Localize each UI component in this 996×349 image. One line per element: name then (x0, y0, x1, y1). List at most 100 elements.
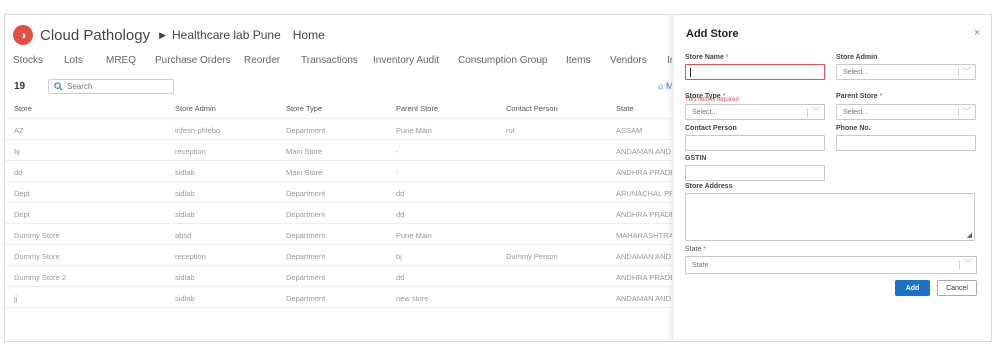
cell-state: ASSAM (616, 126, 643, 135)
gstin-input[interactable] (685, 165, 825, 181)
cancel-button[interactable]: Cancel (937, 280, 977, 296)
cell-state: ANDAMAN AND N (616, 147, 672, 156)
nav-item-mreq[interactable]: MREQ (106, 55, 136, 66)
phone-label: Phone No. (836, 125, 871, 132)
cell-store-type: Department (286, 252, 326, 261)
search-icon (54, 82, 63, 91)
cell-state: ANDHRA PRADESH (616, 168, 672, 177)
app-frame: ◑ Cloud Pathology ▶ Healthcare lab Pune … (4, 14, 992, 342)
cell-store-type: Main Store (286, 147, 323, 156)
cell-store-admin: reception (175, 147, 206, 156)
col-header-store-type[interactable]: Store Type (286, 104, 322, 113)
cell-contact-person: rut (506, 126, 515, 135)
select-separator (958, 108, 959, 117)
cell-parent-store: new store (396, 294, 429, 303)
store-type-label: Store Type * (685, 93, 726, 100)
chevron-down-icon: ﹀ (963, 67, 971, 76)
col-header-contact-person[interactable]: Contact Person (506, 104, 558, 113)
cell-store-admin: sidlab (175, 294, 195, 303)
add-button[interactable]: Add (895, 280, 930, 296)
lab-selector[interactable]: Healthcare lab Pune (172, 28, 281, 42)
breadcrumb-arrow-icon: ▶ (159, 29, 166, 40)
cell-parent-store: Pune Main (396, 231, 432, 240)
store-name-label: Store Name * (685, 54, 729, 61)
store-admin-select[interactable]: Select... ﹀ (836, 64, 976, 80)
store-name-input[interactable] (685, 64, 825, 80)
store-type-placeholder: Select... (692, 108, 718, 116)
cell-parent-store: bj (396, 252, 402, 261)
home-link[interactable]: Home (293, 28, 325, 42)
nav-item-transactions[interactable]: Transactions (301, 55, 358, 66)
col-header-store-admin[interactable]: Store Admin (175, 104, 216, 113)
cell-state: ANDAMAN AND N (616, 294, 672, 303)
brand-name: Cloud Pathology (40, 26, 151, 44)
text-cursor (690, 67, 691, 77)
parent-store-label: Parent Store * (836, 93, 883, 100)
chevron-down-icon: ﹀ (812, 107, 820, 116)
cell-store-type: Department (286, 294, 326, 303)
cell-parent-store: dd (396, 273, 405, 282)
cell-contact-person: Dummy Person (506, 252, 558, 261)
nav-item-vendors[interactable]: Vendors (610, 55, 647, 66)
cell-store: Dept (14, 189, 30, 198)
resize-grip-icon[interactable]: ◢ (967, 231, 972, 239)
nav-item-stocks[interactable]: Stocks (13, 55, 43, 66)
select-separator (807, 108, 808, 117)
cell-store-type: Main Store (286, 168, 323, 177)
cell-store: Dummy Store 2 (14, 273, 67, 282)
cloud-pathology-logo-icon: ◑ (13, 25, 33, 45)
nav-item-purchase-orders[interactable]: Purchase Orders (155, 55, 231, 66)
cell-state: ARUNACHAL PRAD (616, 189, 672, 198)
contact-person-label: Contact Person (685, 125, 737, 132)
store-admin-placeholder: Select... (843, 68, 869, 76)
cell-state: ANDHRA PRADESH (616, 273, 672, 282)
cell-store-type: Department (286, 126, 326, 135)
store-type-select[interactable]: Select... ﹀ (685, 104, 825, 120)
store-admin-label: Store Admin (836, 54, 878, 61)
cell-parent-store: dd (396, 189, 405, 198)
close-icon[interactable]: × (974, 27, 980, 39)
nav-item-items[interactable]: Items (566, 55, 590, 66)
cell-store: bj (14, 147, 20, 156)
record-count: 19 (14, 81, 26, 92)
parent-store-placeholder: Select... (843, 108, 869, 116)
cell-store: Dummy Store (14, 231, 60, 240)
cell-store: dd (14, 168, 23, 177)
cell-store-admin: sidlab (175, 273, 195, 282)
parent-store-select[interactable]: Select... ﹀ (836, 104, 976, 120)
store-address-textarea[interactable]: ◢ (685, 193, 975, 241)
chevron-down-icon: ﹀ (964, 259, 972, 268)
col-header-state[interactable]: State (616, 104, 672, 113)
cell-store: AZ (14, 126, 24, 135)
state-label: State * (685, 246, 707, 253)
search-input[interactable] (67, 82, 167, 91)
col-header-parent-store[interactable]: Parent Store (396, 104, 438, 113)
nav-item-inventory-audit[interactable]: Inventory Audit (373, 55, 439, 66)
state-select[interactable]: State ﹀ (685, 256, 977, 274)
cell-store-type: Department (286, 210, 326, 219)
nav-item-consumption-group[interactable]: Consumption Group (458, 55, 548, 66)
cell-state: ANDHRA PRADESH (616, 210, 672, 219)
cell-parent-store: - (396, 168, 399, 177)
nav-item-lots[interactable]: Lots (64, 55, 83, 66)
search-box[interactable] (48, 79, 174, 94)
cell-parent-store: dd (396, 210, 405, 219)
nav-item-reorder[interactable]: Reorder (244, 55, 280, 66)
phone-input[interactable] (836, 135, 976, 151)
cell-state: MAHARASHTRA (616, 231, 672, 240)
add-store-panel: Add Store × Store Name * This field is r… (672, 15, 991, 341)
cell-store-admin: sidlab (175, 168, 195, 177)
cell-store-admin: absd (175, 231, 192, 240)
col-header-store[interactable]: Store (14, 104, 32, 113)
cell-store: Dept (14, 210, 30, 219)
cell-state: ANDAMAN AND N (616, 252, 672, 261)
chevron-down-icon: ﹀ (963, 107, 971, 116)
cell-parent-store: Pune Main (396, 126, 432, 135)
cell-store: Dummy Store (14, 252, 60, 261)
state-placeholder: State (692, 261, 709, 269)
cell-store-admin: sidlab (175, 210, 195, 219)
cell-store-type: Department (286, 231, 326, 240)
store-address-label: Store Address (685, 183, 733, 190)
cell-store: jj (14, 294, 18, 303)
contact-person-input[interactable] (685, 135, 825, 151)
